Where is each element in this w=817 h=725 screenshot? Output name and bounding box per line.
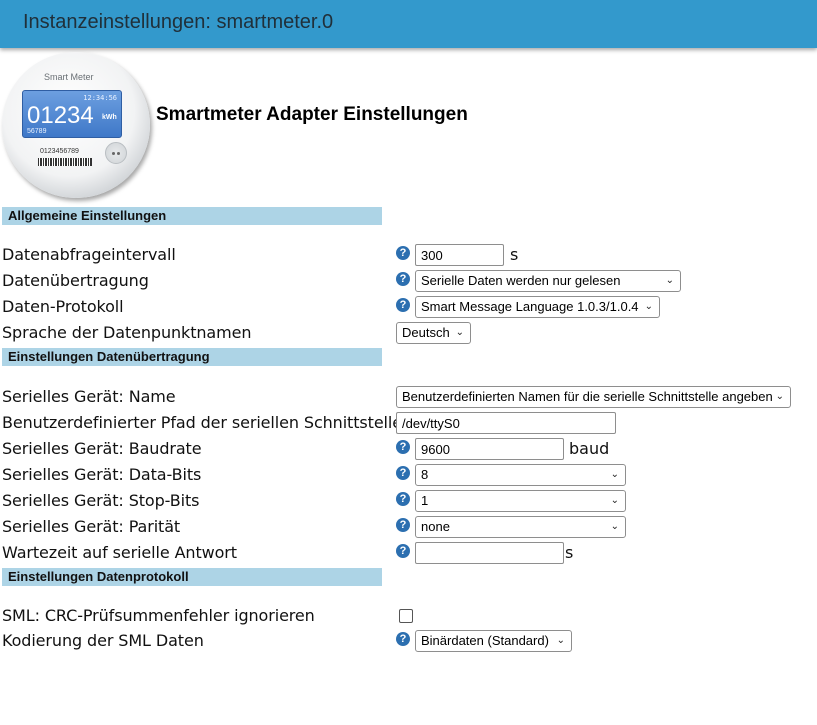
- transfer-mode-select[interactable]: Serielle Daten werden nur gelesen ⌄: [415, 270, 681, 292]
- meter-unit: kWh: [102, 114, 117, 121]
- wait-time-label: Wartezeit auf serielle Antwort: [2, 543, 237, 562]
- chevron-down-icon: ⌄: [665, 275, 674, 286]
- meter-serial: 0123456789: [40, 148, 79, 155]
- transfer-mode-label: Datenübertragung: [2, 271, 149, 290]
- help-icon[interactable]: ?: [396, 544, 410, 558]
- help-icon[interactable]: ?: [396, 272, 410, 286]
- language-select[interactable]: Deutsch ⌄: [396, 322, 471, 344]
- baudrate-label: Serielles Gerät: Baudrate: [2, 439, 202, 458]
- meter-brand: Smart Meter: [44, 72, 94, 82]
- meter-time: 12:34:56: [83, 94, 117, 102]
- custom-path-label: Benutzerdefinierter Pfad der seriellen S…: [2, 413, 402, 432]
- wait-time-unit: s: [565, 543, 574, 562]
- stopbits-value: 1: [421, 493, 429, 508]
- help-icon[interactable]: ?: [396, 298, 410, 312]
- wait-time-input[interactable]: [415, 542, 564, 564]
- help-icon[interactable]: ?: [396, 466, 410, 480]
- stopbits-label: Serielles Gerät: Stop-Bits: [2, 491, 200, 510]
- title-bar: Instanzeinstellungen: smartmeter.0: [0, 0, 817, 48]
- protocol-select[interactable]: Smart Message Language 1.0.3/1.0.4 ⌄: [415, 296, 660, 318]
- chevron-down-icon: ⌄: [556, 635, 565, 646]
- help-icon[interactable]: ?: [396, 246, 410, 260]
- chevron-down-icon: ⌄: [455, 327, 464, 338]
- meter-button-icon: [105, 142, 127, 164]
- custom-path-input[interactable]: [396, 412, 616, 434]
- chevron-down-icon: ⌄: [610, 521, 619, 532]
- section-transfer: Einstellungen Datenübertragung: [2, 348, 382, 366]
- language-label: Sprache der Datenpunktnamen: [2, 323, 252, 342]
- language-value: Deutsch: [402, 325, 450, 340]
- smartmeter-logo: Smart Meter 12:34:56 01234 kWh 56789 012…: [2, 52, 152, 198]
- help-icon[interactable]: ?: [396, 632, 410, 646]
- encoding-label: Kodierung der SML Daten: [2, 631, 204, 650]
- parity-label: Serielles Gerät: Parität: [2, 517, 181, 536]
- transfer-mode-value: Serielle Daten werden nur gelesen: [421, 273, 621, 288]
- interval-input[interactable]: [415, 244, 504, 266]
- page-heading: Smartmeter Adapter Einstellungen: [156, 104, 468, 125]
- encoding-value: Binärdaten (Standard): [421, 633, 549, 648]
- databits-select[interactable]: 8 ⌄: [415, 464, 626, 486]
- help-icon[interactable]: ?: [396, 518, 410, 532]
- chevron-down-icon: ⌄: [610, 495, 619, 506]
- databits-value: 8: [421, 467, 429, 482]
- crc-ignore-label: SML: CRC-Prüfsummenfehler ignorieren: [2, 606, 315, 625]
- meter-display: 12:34:56 01234 kWh 56789: [22, 90, 122, 138]
- baudrate-input[interactable]: [415, 438, 564, 460]
- barcode-icon: [38, 158, 92, 166]
- help-icon[interactable]: ?: [396, 440, 410, 454]
- window-title: Instanzeinstellungen: smartmeter.0: [23, 11, 334, 33]
- meter-small-number: 56789: [27, 128, 47, 135]
- parity-value: none: [421, 519, 450, 534]
- section-general: Allgemeine Einstellungen: [2, 207, 382, 225]
- chevron-down-icon: ⌄: [610, 469, 619, 480]
- serial-name-label: Serielles Gerät: Name: [2, 387, 176, 406]
- protocol-value: Smart Message Language 1.0.3/1.0.4: [421, 299, 639, 314]
- encoding-select[interactable]: Binärdaten (Standard) ⌄: [415, 630, 572, 652]
- chevron-down-icon: ⌄: [775, 391, 784, 402]
- serial-name-select[interactable]: Benutzerdefinierten Namen für die seriel…: [396, 386, 791, 408]
- interval-unit: s: [510, 245, 519, 264]
- help-icon[interactable]: ?: [396, 492, 410, 506]
- crc-ignore-checkbox[interactable]: [399, 609, 413, 623]
- databits-label: Serielles Gerät: Data-Bits: [2, 465, 202, 484]
- chevron-down-icon: ⌄: [644, 301, 653, 312]
- interval-label: Datenabfrageintervall: [2, 245, 176, 264]
- section-protocol: Einstellungen Datenprotokoll: [2, 568, 382, 586]
- protocol-label: Daten-Protokoll: [2, 297, 124, 316]
- meter-digits: 01234: [27, 102, 94, 129]
- parity-select[interactable]: none ⌄: [415, 516, 626, 538]
- stopbits-select[interactable]: 1 ⌄: [415, 490, 626, 512]
- baudrate-unit: baud: [569, 439, 610, 458]
- serial-name-value: Benutzerdefinierten Namen für die seriel…: [402, 389, 773, 404]
